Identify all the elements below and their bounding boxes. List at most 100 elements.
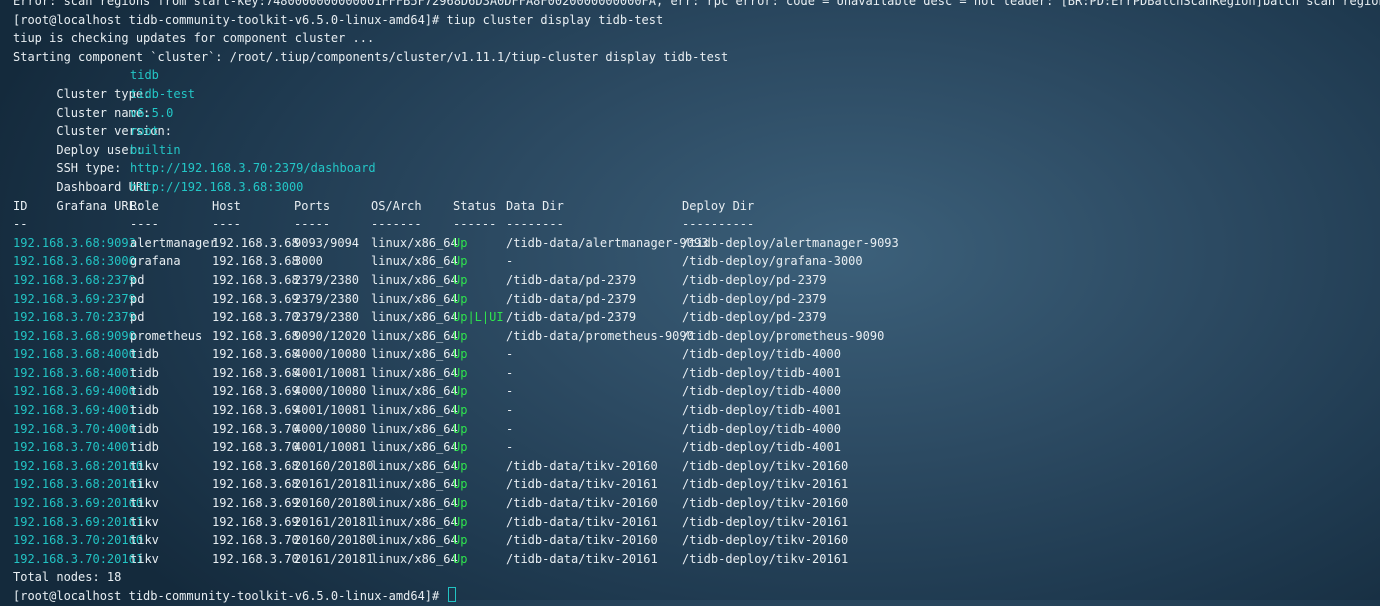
cell-role: tikv <box>130 496 159 511</box>
dashboard-url-link[interactable]: http://192.168.3.70:2379/dashboard <box>130 159 376 178</box>
error-line: Error: scan regions from start-key:74800… <box>13 0 1380 8</box>
command-prompt-line[interactable]: [root@localhost tidb-community-toolkit-v… <box>13 587 1380 606</box>
cell-id: 192.168.3.68:9090 <box>13 328 136 343</box>
cell-data-dir: - <box>506 365 514 380</box>
cell-ports: 4001/10081 <box>294 365 367 380</box>
table-row: 192.168.3.69:4001 tidb 192.168.3.69 4001/10… <box>13 401 1380 420</box>
cell-ports: 4001/10081 <box>294 403 367 418</box>
cell-ports: 2379/2380 <box>294 291 360 306</box>
cell-role: tikv <box>130 551 159 566</box>
cell-role: pd <box>130 310 145 325</box>
cell-deploy-dir: /tidb-deploy/prometheus-9090 <box>682 328 885 343</box>
cell-data-dir: - <box>506 384 514 399</box>
cell-id: 192.168.3.68:2379 <box>13 272 136 287</box>
cell-os-arch: linux/x86_64 <box>371 421 458 436</box>
table-row: 192.168.3.68:3000 grafana 192.168.3.68 3000… <box>13 252 1380 271</box>
table-row: 192.168.3.70:2379 pd 192.168.3.70 2379/2380… <box>13 308 1380 327</box>
cell-os-arch: linux/x86_64 <box>371 384 458 399</box>
cell-ports: 4000/10080 <box>294 421 367 436</box>
cell-ports: 3000 <box>294 254 323 269</box>
cell-data-dir: /tidb-data/pd-2379 <box>506 272 637 287</box>
cell-deploy-dir: /tidb-deploy/tidb-4001 <box>682 403 841 418</box>
cell-host: 192.168.3.68 <box>212 328 299 343</box>
cell-role: alertmanager <box>130 235 217 250</box>
table-row: 192.168.3.69:4000 tidb 192.168.3.69 4000/10… <box>13 382 1380 401</box>
cell-deploy-dir: /tidb-deploy/alertmanager-9093 <box>682 235 899 250</box>
separator: -- <box>13 217 28 232</box>
cell-host: 192.168.3.68 <box>212 254 299 269</box>
cell-deploy-dir: /tidb-deploy/tidb-4000 <box>682 384 841 399</box>
cell-status: Up <box>453 421 468 436</box>
starting-component-line: Starting component `cluster`: /root/.tiu… <box>13 49 729 64</box>
cell-host: 192.168.3.70 <box>212 310 299 325</box>
table-separator: -- ---- ---- ----- ------- ------ ------… <box>13 215 1380 234</box>
info-value: tidb <box>130 68 159 83</box>
cell-deploy-dir: /tidb-deploy/tikv-20160 <box>682 458 849 473</box>
separator: ------ <box>453 217 497 232</box>
info-value: root <box>130 124 159 139</box>
cell-ports: 20160/20180 <box>294 458 374 473</box>
cell-data-dir: - <box>506 440 514 455</box>
cell-id: 192.168.3.68:4000 <box>13 347 136 362</box>
cell-os-arch: linux/x86_64 <box>371 365 458 380</box>
cell-os-arch: linux/x86_64 <box>371 496 458 511</box>
header-id: ID <box>13 198 28 213</box>
separator: ----- <box>294 217 331 232</box>
cell-id: 192.168.3.70:20160 <box>13 533 144 548</box>
cell-host: 192.168.3.69 <box>212 403 299 418</box>
cell-deploy-dir: /tidb-deploy/pd-2379 <box>682 291 827 306</box>
cell-host: 192.168.3.68 <box>212 365 299 380</box>
header-status: Status <box>453 198 497 213</box>
header-data-dir: Data Dir <box>506 198 564 213</box>
cell-ports: 4000/10080 <box>294 384 367 399</box>
terminal-window[interactable]: Error: scan regions from start-key:74800… <box>13 0 1380 603</box>
cell-status: Up <box>453 533 468 548</box>
cell-host: 192.168.3.68 <box>212 458 299 473</box>
cell-deploy-dir: /tidb-deploy/tidb-4000 <box>682 421 841 436</box>
separator: ---- <box>212 217 241 232</box>
cell-role: tidb <box>130 365 159 380</box>
header-role: Role <box>130 198 159 213</box>
cell-id: 192.168.3.68:4001 <box>13 365 136 380</box>
cell-id: 192.168.3.70:4000 <box>13 421 136 436</box>
cluster-info: Cluster type: tidb Cluster name: tidb-te… <box>13 66 1380 213</box>
table-row: 192.168.3.70:20160 tikv 192.168.3.70 20160/… <box>13 531 1380 550</box>
header-os-arch: OS/Arch <box>371 198 422 213</box>
cell-os-arch: linux/x86_64 <box>371 514 458 529</box>
cell-ports: 9093/9094 <box>294 235 360 250</box>
cell-role: tidb <box>130 440 159 455</box>
cell-status: Up <box>453 291 468 306</box>
cell-status: Up <box>453 440 468 455</box>
cell-ports: 4000/10080 <box>294 347 367 362</box>
separator: -------- <box>506 217 564 232</box>
cell-status: Up <box>453 328 468 343</box>
cell-id: 192.168.3.68:20160 <box>13 458 144 473</box>
cell-data-dir: /tidb-data/tikv-20160 <box>506 458 658 473</box>
cell-data-dir: /tidb-data/pd-2379 <box>506 291 637 306</box>
cell-os-arch: linux/x86_64 <box>371 551 458 566</box>
cell-data-dir: - <box>506 347 514 362</box>
table-row: 192.168.3.69:20161 tikv 192.168.3.69 20161/… <box>13 513 1380 532</box>
cell-host: 192.168.3.70 <box>212 551 299 566</box>
command-prompt-line: [root@localhost tidb-community-toolkit-v… <box>13 12 664 27</box>
cell-status: Up|L|UI <box>453 310 504 325</box>
cell-ports: 20161/20181 <box>294 514 374 529</box>
cell-deploy-dir: /tidb-deploy/tidb-4000 <box>682 347 841 362</box>
cell-data-dir: - <box>506 254 514 269</box>
info-cluster-name: Cluster name: tidb-test <box>13 85 1380 120</box>
cell-ports: 20160/20180 <box>294 533 374 548</box>
table-body: 192.168.3.68:9093 alertmanager 192.168.3.6… <box>13 234 1380 569</box>
cell-host: 192.168.3.68 <box>212 235 299 250</box>
info-value: tidb-test <box>130 86 196 101</box>
grafana-url-link[interactable]: http://192.168.3.68:3000 <box>130 178 303 197</box>
cell-ports: 20161/20181 <box>294 477 374 492</box>
cell-ports: 2379/2380 <box>294 272 360 287</box>
cell-status: Up <box>453 514 468 529</box>
cell-os-arch: linux/x86_64 <box>371 272 458 287</box>
cell-host: 192.168.3.68 <box>212 272 299 287</box>
cell-deploy-dir: /tidb-deploy/tikv-20161 <box>682 514 849 529</box>
info-grafana-url: Grafana URL: http://192.168.3.68:3000 <box>13 178 1380 213</box>
cell-ports: 20160/20180 <box>294 496 374 511</box>
header-host: Host <box>212 198 241 213</box>
cell-data-dir: /tidb-data/tikv-20160 <box>506 496 658 511</box>
